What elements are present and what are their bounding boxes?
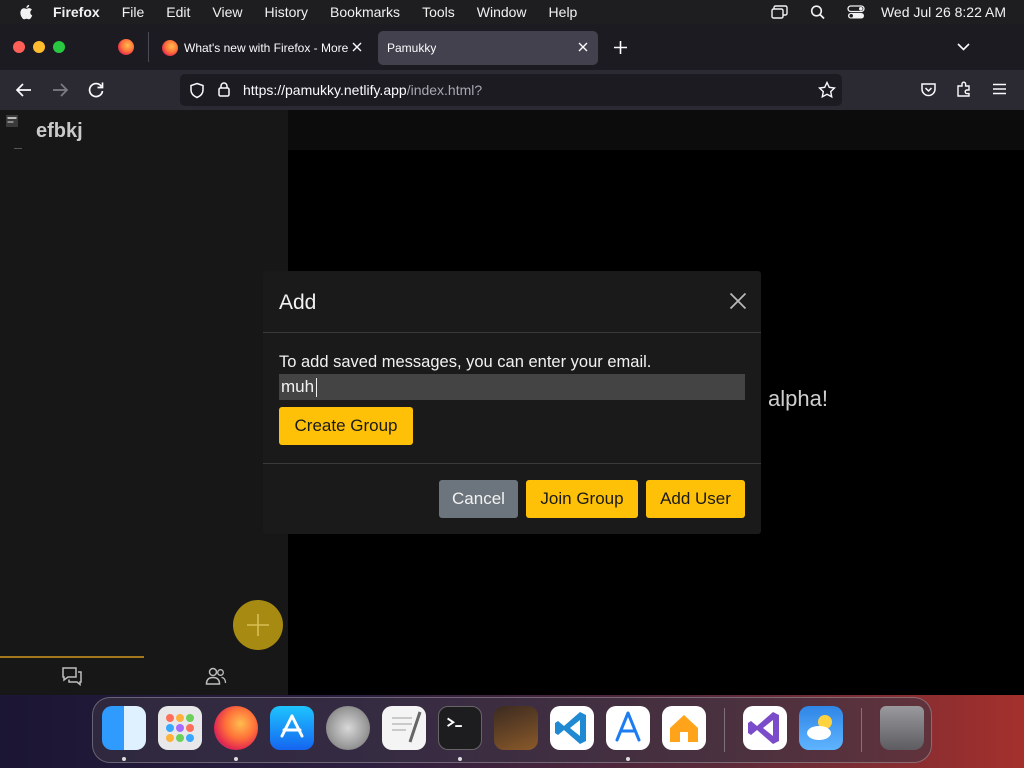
visual-studio-icon[interactable] bbox=[743, 706, 787, 750]
modal-footer-divider bbox=[263, 463, 761, 464]
chat-sidebar: efbkj bbox=[0, 110, 288, 695]
menu-tools[interactable]: Tools bbox=[422, 0, 455, 24]
apple-icon[interactable] bbox=[19, 4, 33, 20]
tab-whats-new[interactable]: What's new with Firefox - More bbox=[154, 31, 372, 65]
back-arrow-icon[interactable] bbox=[14, 80, 34, 100]
welcome-text: alpha! bbox=[768, 386, 828, 411]
app-store-a-icon bbox=[280, 714, 304, 738]
launchpad-icon[interactable] bbox=[158, 706, 202, 750]
profile-picture-icon[interactable] bbox=[6, 115, 18, 129]
tab-chats-icon[interactable] bbox=[61, 666, 83, 686]
vscode-logo-icon bbox=[555, 712, 586, 744]
firefox-favicon-icon bbox=[162, 40, 178, 56]
tab-people-icon[interactable] bbox=[205, 666, 227, 686]
control-center-icon[interactable] bbox=[847, 4, 865, 20]
spotlight-search-icon[interactable] bbox=[809, 4, 827, 20]
system-settings-icon[interactable] bbox=[326, 706, 370, 750]
modal-title: Add bbox=[279, 291, 317, 314]
firefox-view-icon[interactable] bbox=[118, 39, 134, 55]
menu-bar: Firefox File Edit View History Bookmarks… bbox=[0, 0, 1024, 24]
create-group-button[interactable]: Create Group bbox=[279, 407, 413, 445]
tab-title: What's new with Firefox - More bbox=[184, 41, 348, 55]
browser-nav-bar: https://pamukky.netlify.app/index.html? bbox=[0, 70, 1024, 110]
menu-window[interactable]: Window bbox=[477, 0, 527, 24]
terminal-icon[interactable] bbox=[438, 706, 482, 750]
screen-mirroring-icon[interactable] bbox=[771, 4, 789, 20]
modal-instruction: To add saved messages, you can enter you… bbox=[279, 353, 652, 371]
plus-icon bbox=[247, 614, 269, 636]
menu-view[interactable]: View bbox=[212, 0, 242, 24]
modal-header: Add bbox=[263, 271, 761, 333]
sidebar-bottom-tabs bbox=[0, 656, 288, 695]
menu-history[interactable]: History bbox=[264, 0, 308, 24]
menu-help[interactable]: Help bbox=[549, 0, 578, 24]
url-host: https://pamukky.netlify.app bbox=[243, 82, 407, 98]
trash-icon[interactable] bbox=[880, 706, 924, 750]
forward-arrow-icon[interactable] bbox=[50, 80, 70, 100]
app-store-icon[interactable] bbox=[270, 706, 314, 750]
terminal-prompt-icon bbox=[447, 717, 462, 728]
tab-divider bbox=[148, 32, 149, 62]
menu-clock[interactable]: Wed Jul 26 8:22 AM bbox=[881, 4, 1006, 20]
running-indicator bbox=[626, 757, 630, 761]
pocket-icon[interactable] bbox=[920, 81, 937, 98]
sun-cloud-icon bbox=[807, 715, 832, 740]
url-text: https://pamukky.netlify.app/index.html? bbox=[243, 82, 482, 98]
browser-tab-bar: What's new with Firefox - More Pamukky bbox=[0, 24, 1024, 70]
home-icon[interactable] bbox=[662, 706, 706, 750]
firefox-icon[interactable] bbox=[214, 706, 258, 750]
finder-icon[interactable] bbox=[102, 706, 146, 750]
minimize-window-button[interactable] bbox=[33, 41, 45, 53]
join-group-button[interactable]: Join Group bbox=[526, 480, 638, 518]
zoom-window-button[interactable] bbox=[53, 41, 65, 53]
new-tab-icon[interactable] bbox=[613, 40, 628, 55]
tracking-protection-shield-icon[interactable] bbox=[189, 82, 205, 99]
pen-icon bbox=[392, 711, 422, 743]
running-indicator bbox=[234, 757, 238, 761]
lock-icon[interactable] bbox=[217, 81, 231, 98]
reload-icon[interactable] bbox=[86, 80, 106, 100]
menu-edit[interactable]: Edit bbox=[166, 0, 190, 24]
tab-pamukky[interactable]: Pamukky bbox=[378, 31, 598, 65]
bookmark-star-icon[interactable] bbox=[818, 81, 836, 99]
url-path: /index.html? bbox=[406, 82, 483, 98]
textedit-icon[interactable] bbox=[382, 706, 426, 750]
vscode-icon[interactable] bbox=[550, 706, 594, 750]
close-tab-icon[interactable] bbox=[350, 40, 364, 54]
house-icon bbox=[670, 715, 698, 742]
add-fab-button[interactable] bbox=[233, 600, 283, 650]
list-all-tabs-chevron-icon[interactable] bbox=[956, 41, 971, 53]
dock bbox=[92, 697, 932, 763]
user-name[interactable]: efbkj bbox=[36, 120, 83, 143]
text-caret bbox=[316, 378, 317, 397]
dock-separator bbox=[861, 708, 862, 752]
visual-studio-logo-icon bbox=[748, 712, 779, 744]
close-window-button[interactable] bbox=[13, 41, 25, 53]
garageband-icon[interactable] bbox=[494, 706, 538, 750]
instruments-a-icon bbox=[615, 711, 641, 742]
url-bar[interactable]: https://pamukky.netlify.app/index.html? bbox=[180, 74, 842, 106]
menu-app-name[interactable]: Firefox bbox=[53, 0, 100, 24]
dock-separator bbox=[724, 708, 725, 752]
tab-title: Pamukky bbox=[387, 41, 437, 55]
add-user-button[interactable]: Add User bbox=[646, 480, 745, 518]
add-modal: Add To add saved messages, you can enter… bbox=[263, 271, 761, 534]
cancel-button[interactable]: Cancel bbox=[439, 480, 518, 518]
extensions-puzzle-icon[interactable] bbox=[955, 80, 973, 98]
xcode-instruments-icon[interactable] bbox=[606, 706, 650, 750]
sidebar-divider bbox=[14, 148, 22, 149]
launchpad-grid-icon bbox=[166, 714, 194, 742]
menu-file[interactable]: File bbox=[122, 0, 145, 24]
menu-bookmarks[interactable]: Bookmarks bbox=[330, 0, 400, 24]
sidebar-header: efbkj bbox=[0, 110, 288, 150]
running-indicator bbox=[458, 757, 462, 761]
close-icon[interactable] bbox=[729, 292, 747, 310]
weather-icon[interactable] bbox=[799, 706, 843, 750]
selected-tab-indicator bbox=[0, 656, 144, 658]
email-input[interactable] bbox=[279, 374, 745, 400]
hamburger-menu-icon[interactable] bbox=[991, 81, 1008, 97]
close-tab-icon[interactable] bbox=[576, 40, 590, 54]
running-indicator bbox=[122, 757, 126, 761]
